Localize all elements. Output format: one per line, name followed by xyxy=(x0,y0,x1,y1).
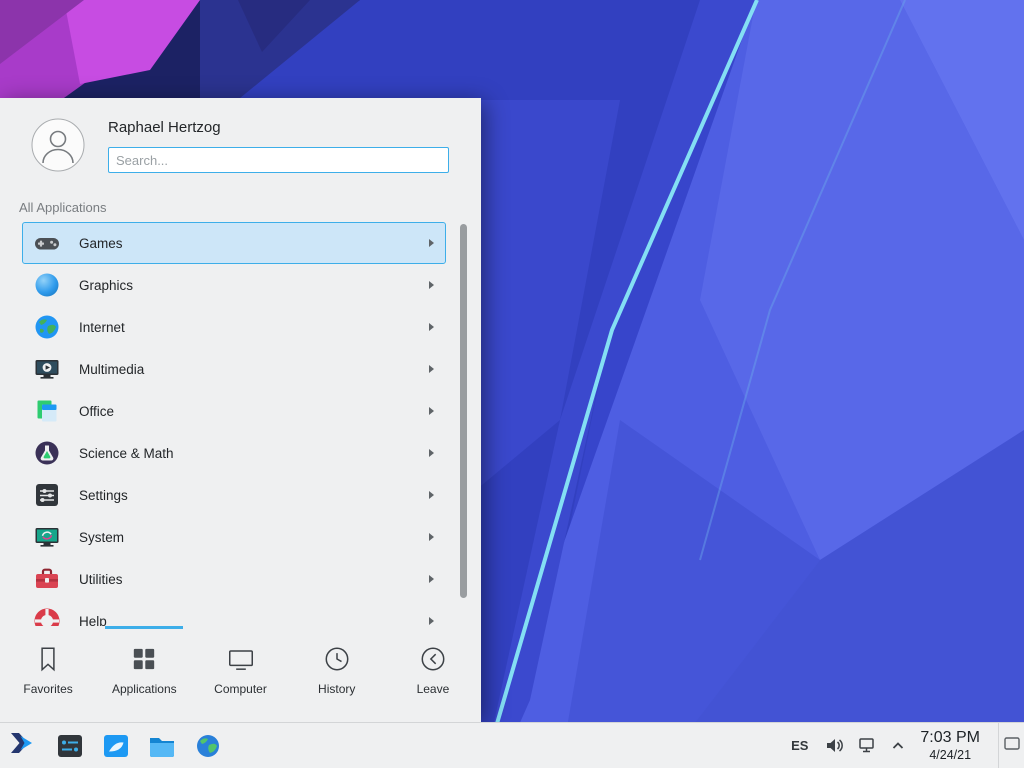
computer-icon xyxy=(226,644,256,674)
games-icon xyxy=(34,230,60,256)
category-label: Help xyxy=(79,614,107,627)
scrollbar[interactable] xyxy=(460,224,467,598)
category-item-system[interactable]: System xyxy=(22,516,446,558)
science-flask-icon xyxy=(34,440,60,466)
tab-favorites[interactable]: Favorites xyxy=(0,626,96,722)
search-input[interactable] xyxy=(108,147,449,173)
taskbar: ES 7:03 PM 4/24/21 xyxy=(0,722,1024,768)
chevron-right-icon xyxy=(429,617,434,625)
launcher-tab-bar: Favorites Applications Computer xyxy=(0,626,481,722)
settings-sliders-icon xyxy=(34,482,60,508)
volume-icon[interactable] xyxy=(825,736,844,755)
clock-icon xyxy=(322,644,352,674)
show-desktop-button[interactable] xyxy=(998,723,1024,768)
multimedia-icon xyxy=(34,356,60,382)
system-monitor-icon xyxy=(34,524,60,550)
internet-globe-icon xyxy=(34,314,60,340)
section-label: All Applications xyxy=(19,200,106,215)
application-category-list: Games Graphics Internet xyxy=(0,222,481,626)
tab-leave[interactable]: Leave xyxy=(385,626,481,722)
graphics-icon xyxy=(34,272,60,298)
category-item-utilities[interactable]: Utilities xyxy=(22,558,446,600)
category-label: Graphics xyxy=(79,278,133,293)
category-item-multimedia[interactable]: Multimedia xyxy=(22,348,446,390)
bookmark-icon xyxy=(33,644,63,674)
category-item-science-math[interactable]: Science & Math xyxy=(22,432,446,474)
tab-label: Favorites xyxy=(23,682,72,696)
chevron-right-icon xyxy=(429,449,434,457)
category-label: Games xyxy=(79,236,123,251)
category-label: Multimedia xyxy=(79,362,144,377)
folder-icon[interactable] xyxy=(148,732,176,760)
desktop: Raphael Hertzog All Applications Games xyxy=(0,0,1024,768)
grid-icon xyxy=(129,644,159,674)
clock-date: 4/24/21 xyxy=(920,748,980,763)
chevron-right-icon xyxy=(429,575,434,583)
expand-tray-icon[interactable] xyxy=(891,739,905,753)
chevron-right-icon xyxy=(429,281,434,289)
application-launcher: Raphael Hertzog All Applications Games xyxy=(0,98,481,722)
category-item-help[interactable]: Help xyxy=(22,600,446,626)
category-label: Science & Math xyxy=(79,446,174,461)
application-launcher-button[interactable] xyxy=(0,723,44,768)
dolphin-icon[interactable] xyxy=(102,732,130,760)
category-item-office[interactable]: Office xyxy=(22,390,446,432)
tab-applications[interactable]: Applications xyxy=(96,626,192,722)
pinned-task-icons xyxy=(56,732,222,760)
kickoff-icon xyxy=(8,729,36,762)
chevron-right-icon xyxy=(429,533,434,541)
tab-label: Leave xyxy=(417,682,450,696)
chevron-right-icon xyxy=(429,239,434,247)
category-item-games[interactable]: Games xyxy=(22,222,446,264)
tab-computer[interactable]: Computer xyxy=(192,626,288,722)
category-label: System xyxy=(79,530,124,545)
utilities-toolbox-icon xyxy=(34,566,60,592)
terminal-settings-icon[interactable] xyxy=(56,732,84,760)
tab-label: Applications xyxy=(112,682,177,696)
tab-history[interactable]: History xyxy=(289,626,385,722)
category-label: Utilities xyxy=(79,572,123,587)
system-tray: ES 7:03 PM 4/24/21 xyxy=(791,723,1024,768)
keyboard-layout-indicator[interactable]: ES xyxy=(791,738,808,753)
category-item-settings[interactable]: Settings xyxy=(22,474,446,516)
network-icon[interactable] xyxy=(858,736,877,755)
chevron-right-icon xyxy=(429,365,434,373)
tab-label: Computer xyxy=(214,682,267,696)
category-label: Internet xyxy=(79,320,125,335)
category-item-graphics[interactable]: Graphics xyxy=(22,264,446,306)
office-icon xyxy=(34,398,60,424)
avatar[interactable] xyxy=(31,118,85,172)
chevron-right-icon xyxy=(429,491,434,499)
category-label: Settings xyxy=(79,488,128,503)
category-label: Office xyxy=(79,404,114,419)
clock-time: 7:03 PM xyxy=(920,729,980,748)
help-lifebuoy-icon xyxy=(34,608,60,626)
browser-globe-icon[interactable] xyxy=(194,732,222,760)
user-name: Raphael Hertzog xyxy=(108,119,221,136)
chevron-right-icon xyxy=(429,407,434,415)
clock[interactable]: 7:03 PM 4/24/21 xyxy=(920,729,980,763)
leave-back-icon xyxy=(418,644,448,674)
show-desktop-icon xyxy=(1004,737,1020,755)
tab-label: History xyxy=(318,682,355,696)
chevron-right-icon xyxy=(429,323,434,331)
category-item-internet[interactable]: Internet xyxy=(22,306,446,348)
